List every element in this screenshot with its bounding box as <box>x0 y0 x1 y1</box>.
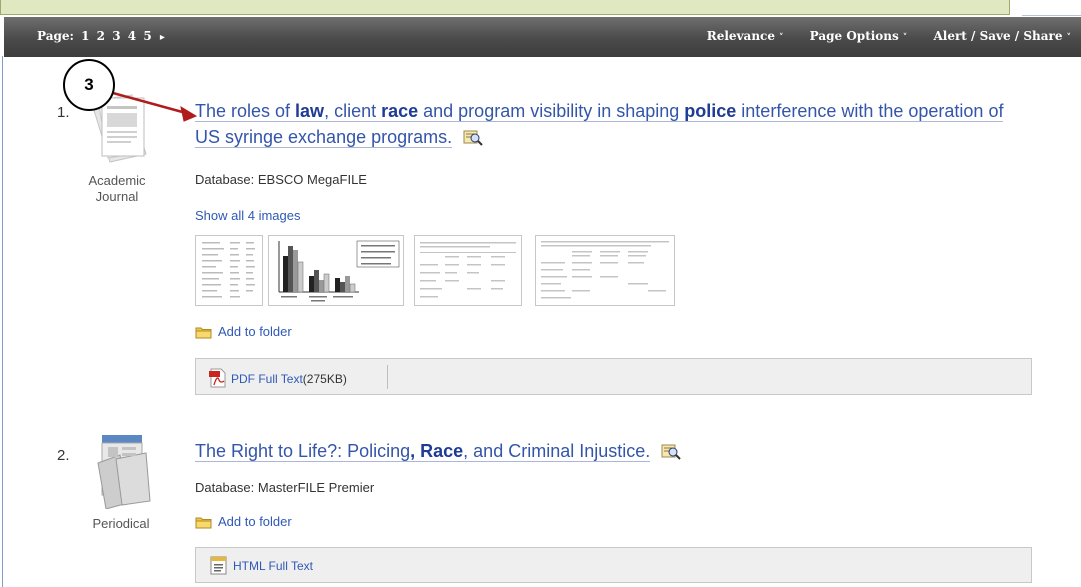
arrow-head-icon <box>180 105 198 122</box>
step-callout-badge: 3 <box>63 59 115 111</box>
annotation-arrow-layer <box>112 91 198 122</box>
annotation-arrow <box>112 91 187 115</box>
